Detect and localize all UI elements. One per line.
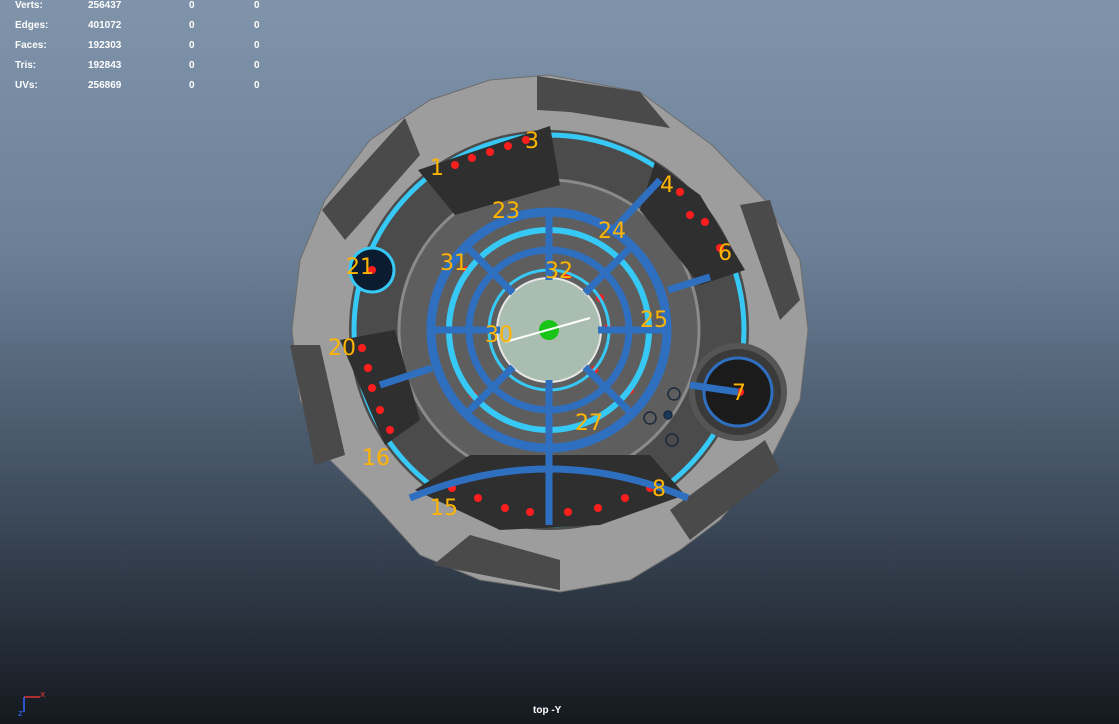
- hud-v2: 0: [189, 0, 195, 11]
- hud-v3: 0: [254, 80, 260, 91]
- annotation-7: 7: [732, 381, 746, 406]
- annotation-30: 30: [485, 323, 513, 348]
- annotation-24: 24: [598, 219, 626, 244]
- hud-label: Faces:: [15, 40, 47, 51]
- hud-v3: 0: [254, 20, 260, 31]
- annotation-20: 20: [328, 336, 356, 361]
- annotation-31: 31: [440, 251, 468, 276]
- annotation-1: 1: [430, 156, 444, 181]
- hud-v3: 0: [254, 40, 260, 51]
- annotation-25: 25: [640, 308, 668, 333]
- axis-z-label: z: [18, 709, 23, 718]
- hud-row: Edges: 401072 0 0: [15, 20, 275, 40]
- annotation-6: 6: [718, 241, 732, 266]
- hud-label: Tris:: [15, 60, 37, 71]
- hud-label: Verts:: [15, 0, 43, 11]
- hud-v1: 256869: [88, 80, 122, 91]
- hud-row: Tris: 192843 0 0: [15, 60, 275, 80]
- axis-x-label: x: [40, 690, 46, 700]
- hud-label: Edges:: [15, 20, 49, 31]
- annotation-27: 27: [575, 411, 603, 436]
- hud-v2: 0: [189, 20, 195, 31]
- annotation-32: 32: [545, 259, 573, 284]
- hud-v1: 256437: [88, 0, 122, 11]
- annotation-16: 16: [362, 446, 390, 471]
- hud-row: Faces: 192303 0 0: [15, 40, 275, 60]
- annotation-4: 4: [660, 173, 674, 198]
- camera-label: top -Y: [533, 705, 562, 716]
- hud-row: UVs: 256869 0 0: [15, 80, 275, 100]
- hud-v2: 0: [189, 40, 195, 51]
- annotation-23: 23: [492, 199, 520, 224]
- annotation-15: 15: [430, 496, 458, 521]
- annotation-3: 3: [525, 129, 539, 154]
- hud-row: Verts: 256437 0 0: [15, 0, 275, 20]
- hud-label: UVs:: [15, 80, 38, 91]
- station-model[interactable]: 1 3 4 6 7 8 15 16 20 21 23 24 25 27 30 3…: [0, 0, 1119, 724]
- hud-v1: 192843: [88, 60, 122, 71]
- axis-indicator: x z: [18, 690, 46, 718]
- poly-count-hud: Verts: 256437 0 0 Edges: 401072 0 0 Faces: 192303…: [15, 0, 275, 100]
- annotation-8: 8: [652, 477, 666, 502]
- 3d-viewport[interactable]: 1 3 4 6 7 8 15 16 20 21 23 24 25 27 30 3…: [0, 0, 1119, 724]
- hud-v3: 0: [254, 0, 260, 11]
- hud-v1: 192303: [88, 40, 122, 51]
- hud-v2: 0: [189, 80, 195, 91]
- hud-v3: 0: [254, 60, 260, 71]
- hud-v1: 401072: [88, 20, 122, 31]
- annotation-21: 21: [346, 255, 374, 280]
- hud-v2: 0: [189, 60, 195, 71]
